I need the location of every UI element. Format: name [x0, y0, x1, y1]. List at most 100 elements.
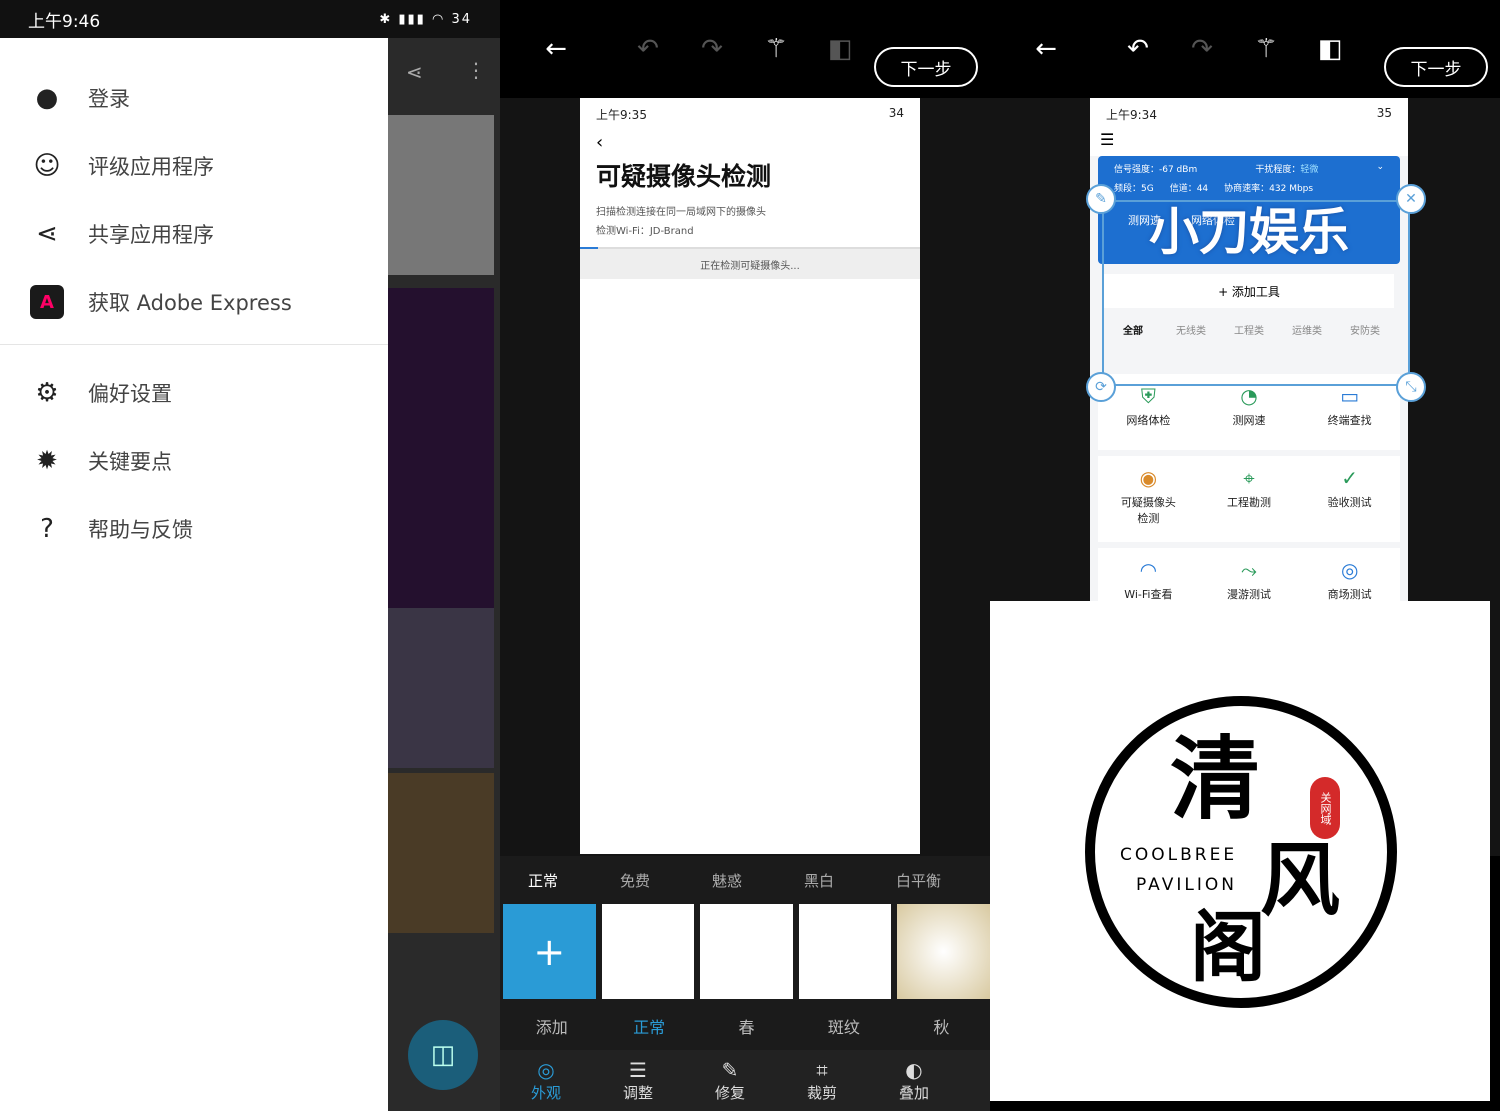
edit-icon[interactable]: ✎ [1086, 184, 1116, 214]
magic-wand-icon[interactable]: ⚚ [1234, 34, 1298, 64]
drawer-item-adobe-express[interactable]: A 获取 Adobe Express [0, 268, 388, 336]
nav-label: 调整 [622, 1084, 653, 1102]
tool-row-3: ◠ Wi-Fi查看 ⤳ 漫游测试 ◎ 商场测试 [1098, 548, 1400, 604]
status-bar: 上午9:46 ✱ ▮▮▮ ◠ 34 [0, 0, 500, 38]
back-arrow-icon[interactable]: ← [524, 34, 588, 64]
tool-label: 验收测试 [1327, 496, 1372, 509]
redo-icon[interactable]: ↷ [680, 34, 744, 64]
filter-tab-0[interactable]: 正常 [528, 870, 620, 891]
drawer-item-gear[interactable]: ⚙ 偏好设置 [0, 359, 388, 427]
share-icon: ⋖ [36, 219, 58, 249]
drawer-item-smile[interactable]: ☺ 评级应用程序 [0, 132, 388, 200]
filter-thumb-4[interactable] [897, 904, 990, 999]
nav-icon: ◎ [537, 1058, 555, 1082]
logo-char-3: 阁 [1190, 903, 1266, 992]
close-icon[interactable]: ✕ [1396, 184, 1426, 214]
tool-icon: ⤳ [1241, 558, 1257, 582]
tool-icon: ◔ [1240, 384, 1258, 408]
drawer-item-label: 关键要点 [88, 450, 172, 474]
compare-icon[interactable]: ◧ [1298, 34, 1362, 64]
next-button-2[interactable]: 下一步 [1384, 47, 1488, 87]
wifi-label: 检测Wi-Fi：JD-Brand [596, 226, 694, 237]
help-icon: ? [40, 514, 54, 544]
tool-label: 终端查找 [1327, 414, 1372, 427]
next-button[interactable]: 下一步 [874, 47, 978, 87]
resize-icon[interactable]: ⤡ [1396, 372, 1426, 402]
tool-item: ◎ 商场测试 [1299, 548, 1400, 604]
share-icon[interactable]: ⋖ [406, 60, 423, 84]
battery-level: 34 [451, 11, 472, 27]
status-icons: ✱ ▮▮▮ ◠ 34 [379, 11, 472, 27]
undo-icon[interactable]: ↶ [616, 34, 680, 64]
tool-icon: ✓ [1341, 466, 1359, 490]
nav-item-0[interactable]: ◎ 外观 [500, 1050, 592, 1111]
filter-thumb-1[interactable] [601, 904, 695, 999]
compare-icon[interactable]: ◧ [808, 34, 872, 64]
drawer-item-alert-badge[interactable]: ✹ 关键要点 [0, 427, 388, 495]
page-desc: 扫描检测连接在同一局域网下的摄像头 [596, 207, 766, 218]
nav-item-2[interactable]: ✎ 修复 [684, 1050, 776, 1111]
filter-thumb-2[interactable] [700, 904, 793, 999]
filter-tab-3[interactable]: 黑白 [804, 870, 896, 891]
selection-box[interactable] [1102, 200, 1410, 386]
nav-label: 外观 [530, 1084, 561, 1102]
filter-label-1[interactable]: 正常 [600, 1014, 697, 1038]
nav-icon: ⌗ [816, 1058, 828, 1082]
drawer-item-label: 登录 [88, 87, 130, 111]
bg-images [388, 608, 494, 768]
fab-layout-icon[interactable]: ◫ [408, 1020, 478, 1090]
shot-battery: 34 [888, 106, 904, 120]
tool-label: 测网速 [1232, 414, 1266, 427]
interference-value: 轻微 [1300, 165, 1319, 175]
logo-char-1: 清 [1170, 726, 1260, 832]
bg-content [388, 288, 494, 608]
filter-labels: 添加 正常春斑纹秋 [500, 1002, 990, 1050]
tool-row-2: ◉ 可疑摄像头检测 ⌖ 工程勘测 ✓ 验收测试 [1098, 456, 1400, 542]
tool-icon: ⌖ [1243, 466, 1255, 490]
background-app: ⋖ ⋮ ◫ [388, 38, 500, 1111]
bottom-nav: ◎ 外观 ☰ 调整 ✎ 修复 ⌗ 裁剪 ◐ 叠加 [500, 1050, 990, 1111]
nav-label: 修复 [714, 1084, 745, 1102]
nav-item-4[interactable]: ◐ 叠加 [868, 1050, 960, 1111]
undo-icon[interactable]: ↶ [1106, 34, 1170, 64]
tool-icon: ▭ [1340, 384, 1360, 408]
filter-tab-1[interactable]: 免费 [620, 870, 712, 891]
interference-label: 干扰程度： [1255, 165, 1301, 175]
bg-thumbnail [388, 115, 494, 275]
logo-en-2: PAVILION [1136, 875, 1237, 895]
drawer-divider [0, 344, 388, 345]
nav-item-3[interactable]: ⌗ 裁剪 [776, 1050, 868, 1111]
tool-item: ◉ 可疑摄像头检测 [1098, 456, 1199, 542]
nav-icon: ☰ [629, 1058, 647, 1082]
filter-label-3[interactable]: 斑纹 [795, 1014, 892, 1038]
rotate-icon[interactable]: ⟳ [1086, 372, 1116, 402]
drawer-item-help[interactable]: ? 帮助与反馈 [0, 495, 388, 563]
account-icon: ● [35, 83, 59, 113]
filter-tabs: 正常 免费 魅惑 黑白 白平衡 [500, 856, 990, 904]
back-arrow-icon[interactable]: ← [1014, 34, 1078, 64]
gear-icon: ⚙ [35, 378, 59, 408]
drawer-item-label: 帮助与反馈 [88, 518, 193, 542]
filter-label-4[interactable]: 秋 [893, 1014, 990, 1038]
adobe-express-icon: A [30, 285, 64, 319]
more-icon[interactable]: ⋮ [466, 58, 486, 82]
drawer-item-account[interactable]: ● 登录 [0, 64, 388, 132]
magic-wand-icon[interactable]: ⚚ [744, 34, 808, 64]
tool-label: Wi-Fi查看 [1124, 588, 1173, 601]
navigation-drawer: ● 登录 ☺ 评级应用程序 ⋖ 共享应用程序 A 获取 Adobe Express ⚙ 偏好设置… [0, 38, 388, 1111]
nav-label: 裁剪 [806, 1084, 837, 1102]
filter-thumb-3[interactable] [798, 904, 892, 999]
filter-label-0[interactable]: 添加 [503, 1014, 600, 1038]
panel-editor-1: ← ↶ ↷ ⚚ ◧ 下一步 上午9:35 34 ‹ 可疑摄像头检测 扫描检测连接在… [500, 0, 990, 1111]
redo-icon[interactable]: ↷ [1170, 34, 1234, 64]
drawer-item-share[interactable]: ⋖ 共享应用程序 [0, 200, 388, 268]
shot-time-2: 上午9:34 [1106, 108, 1157, 122]
panel-drawer: 上午9:46 ✱ ▮▮▮ ◠ 34 ⋖ ⋮ ◫ ● 登录 ☺ 评级应用程序 ⋖ 共享应用程… [0, 0, 500, 1111]
filter-tab-4[interactable]: 白平衡 [896, 870, 988, 891]
nav-item-1[interactable]: ☰ 调整 [592, 1050, 684, 1111]
filter-label-2[interactable]: 春 [698, 1014, 795, 1038]
filter-tab-2[interactable]: 魅惑 [712, 870, 804, 891]
tool-label: 漫游测试 [1227, 588, 1271, 601]
add-filter-button[interactable]: + [503, 904, 596, 999]
tool-icon: ◉ [1139, 466, 1158, 490]
